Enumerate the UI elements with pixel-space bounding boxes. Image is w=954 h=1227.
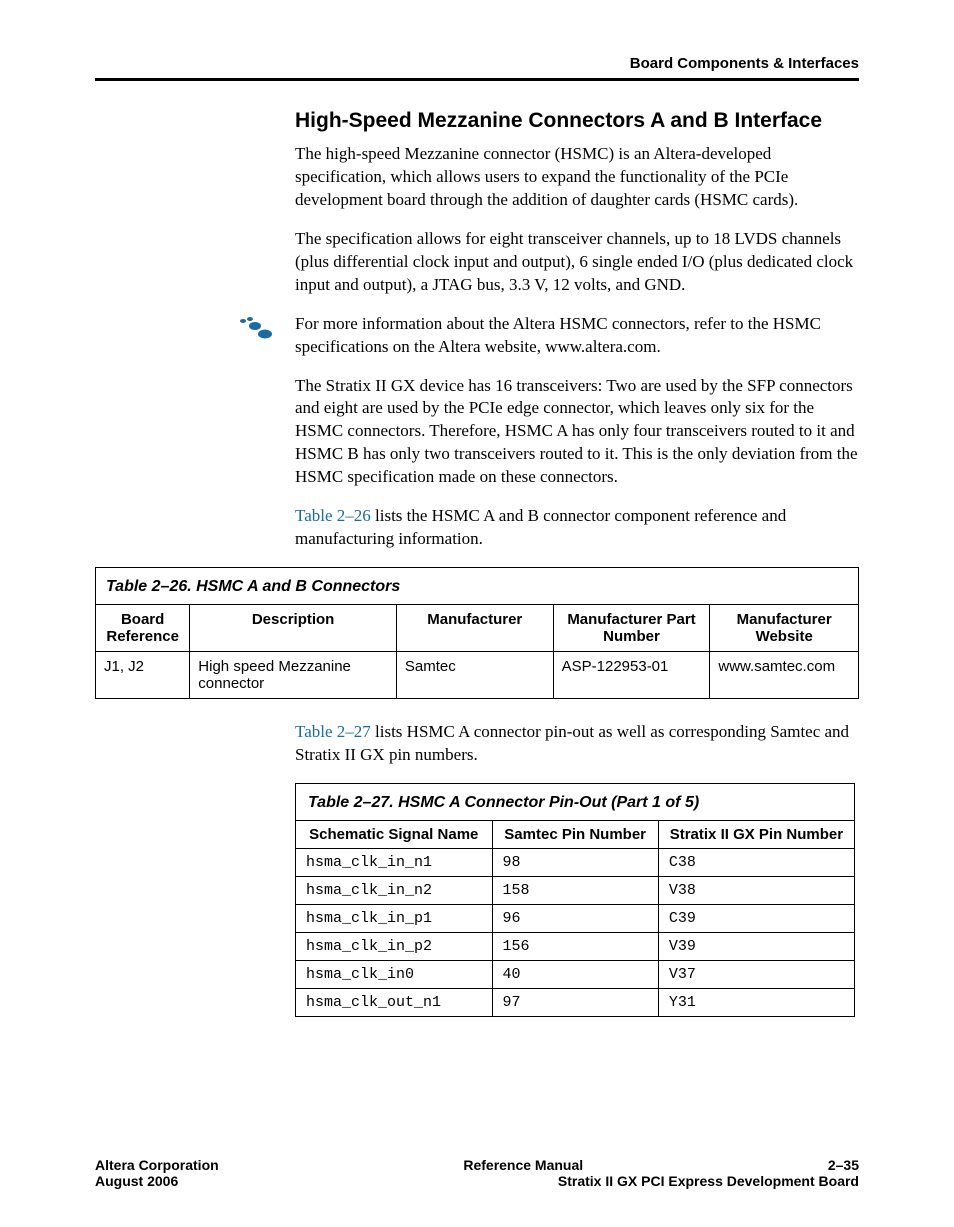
cell-sam: 97 bbox=[492, 988, 658, 1016]
cell-sam: 156 bbox=[492, 932, 658, 960]
cell-part: ASP-122953-01 bbox=[553, 652, 710, 699]
info-link: www.altera.com bbox=[545, 337, 656, 356]
table-row: hsma_clk_in_p2 156 V39 bbox=[296, 932, 855, 960]
col-signal-name: Schematic Signal Name bbox=[296, 820, 493, 848]
cell-gx: C39 bbox=[658, 904, 854, 932]
table-row: Board Reference Description Manufacturer… bbox=[96, 605, 859, 652]
cell-gx: V39 bbox=[658, 932, 854, 960]
section-title: High-Speed Mezzanine Connectors A and B … bbox=[295, 109, 859, 133]
col-website: Manufacturer Website bbox=[710, 605, 859, 652]
cell-sig: hsma_clk_in_n1 bbox=[296, 848, 493, 876]
cell-sig: hsma_clk_in_p2 bbox=[296, 932, 493, 960]
table-row: hsma_clk_out_n1 97 Y31 bbox=[296, 988, 855, 1016]
col-description: Description bbox=[190, 605, 397, 652]
paragraph-5: Table 2–26 lists the HSMC A and B connec… bbox=[295, 505, 859, 551]
page-footer: Altera Corporation Reference Manual 2–35… bbox=[95, 1157, 859, 1189]
cell-sig: hsma_clk_in_p1 bbox=[296, 904, 493, 932]
header-rule bbox=[95, 78, 859, 81]
table-row: hsma_clk_in_n1 98 C38 bbox=[296, 848, 855, 876]
intro-paragraph-2: The specification allows for eight trans… bbox=[295, 228, 859, 297]
cell-sam: 158 bbox=[492, 876, 658, 904]
table-row: Schematic Signal Name Samtec Pin Number … bbox=[296, 820, 855, 848]
cell-gx: V37 bbox=[658, 960, 854, 988]
table-26-ref: Table 2–26 bbox=[295, 506, 371, 525]
cell-sig: hsma_clk_in0 bbox=[296, 960, 493, 988]
info-footsteps-icon bbox=[95, 313, 295, 341]
footer-company: Altera Corporation bbox=[95, 1157, 219, 1173]
cell-gx: Y31 bbox=[658, 988, 854, 1016]
info-paragraph: For more information about the Altera HS… bbox=[295, 313, 859, 359]
col-stratix-pin: Stratix II GX Pin Number bbox=[658, 820, 854, 848]
table-27-ref: Table 2–27 bbox=[295, 722, 371, 741]
cell-gx: C38 bbox=[658, 848, 854, 876]
footer-product: Stratix II GX PCI Express Development Bo… bbox=[558, 1173, 859, 1189]
running-header: Board Components & Interfaces bbox=[95, 55, 859, 78]
cell-sam: 98 bbox=[492, 848, 658, 876]
table-2-27: Table 2–27. HSMC A Connector Pin-Out (Pa… bbox=[295, 783, 855, 1017]
table-2-26: Table 2–26. HSMC A and B Connectors Boar… bbox=[95, 567, 859, 699]
cell-desc: High speed Mezzanine connector bbox=[190, 652, 397, 699]
table-row: hsma_clk_in_n2 158 V38 bbox=[296, 876, 855, 904]
table-row: hsma_clk_in0 40 V37 bbox=[296, 960, 855, 988]
paragraph-4: The Stratix II GX device has 16 transcei… bbox=[295, 375, 859, 490]
col-part-number: Manufacturer Part Number bbox=[553, 605, 710, 652]
table-2-27-caption: Table 2–27. HSMC A Connector Pin-Out (Pa… bbox=[295, 783, 855, 820]
col-samtec-pin: Samtec Pin Number bbox=[492, 820, 658, 848]
cell-board: J1, J2 bbox=[96, 652, 190, 699]
cell-sig: hsma_clk_out_n1 bbox=[296, 988, 493, 1016]
intro-paragraph-1: The high-speed Mezzanine connector (HSMC… bbox=[295, 143, 859, 212]
cell-sam: 40 bbox=[492, 960, 658, 988]
cell-web: www.samtec.com bbox=[710, 652, 859, 699]
table-row: hsma_clk_in_p1 96 C39 bbox=[296, 904, 855, 932]
info-text-c: . bbox=[656, 337, 660, 356]
cell-sam: 96 bbox=[492, 904, 658, 932]
cell-gx: V38 bbox=[658, 876, 854, 904]
footer-page-number: 2–35 bbox=[828, 1157, 859, 1173]
col-manufacturer: Manufacturer bbox=[396, 605, 553, 652]
footer-doc-type: Reference Manual bbox=[219, 1157, 828, 1173]
cell-sig: hsma_clk_in_n2 bbox=[296, 876, 493, 904]
col-board-reference: Board Reference bbox=[96, 605, 190, 652]
table-2-26-caption: Table 2–26. HSMC A and B Connectors bbox=[95, 567, 859, 604]
paragraph-6-rest: lists HSMC A connector pin-out as well a… bbox=[295, 722, 849, 764]
cell-mfr: Samtec bbox=[396, 652, 553, 699]
table-row: J1, J2 High speed Mezzanine connector Sa… bbox=[96, 652, 859, 699]
footer-date: August 2006 bbox=[95, 1173, 178, 1189]
paragraph-6: Table 2–27 lists HSMC A connector pin-ou… bbox=[295, 721, 859, 767]
